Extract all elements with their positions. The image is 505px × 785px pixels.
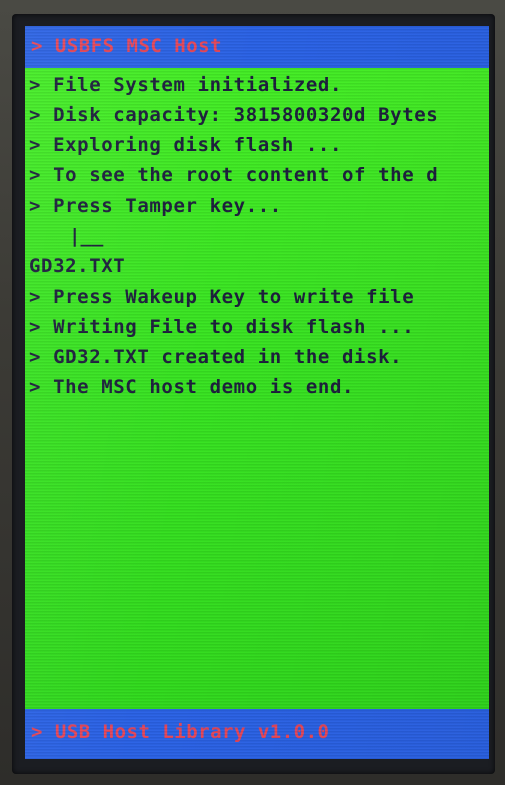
console-line: > GD32.TXT created in the disk. bbox=[29, 346, 403, 368]
console-line: > Writing File to disk flash ... bbox=[29, 316, 415, 338]
console-line: > Press Wakeup Key to write file bbox=[29, 286, 415, 308]
console-line: > File System initialized. bbox=[29, 74, 343, 96]
text-cursor: |__ bbox=[69, 225, 104, 247]
header-bar: > USBFS MSC Host bbox=[25, 26, 489, 68]
footer-bar: > USB Host Library v1.0.0 bbox=[25, 709, 489, 759]
console-line: > Exploring disk flash ... bbox=[29, 134, 343, 156]
header-title: > USBFS MSC Host bbox=[31, 35, 223, 57]
console-line: > Disk capacity: 3815800320d Bytes bbox=[29, 104, 439, 126]
photo-background: > USBFS MSC Host > File System initializ… bbox=[0, 0, 505, 785]
footer-library-version: > USB Host Library v1.0.0 bbox=[31, 721, 330, 743]
lcd-screen: > USBFS MSC Host > File System initializ… bbox=[25, 26, 489, 759]
console-line: > Press Tamper key... bbox=[29, 195, 282, 217]
console-line: > The MSC host demo is end. bbox=[29, 376, 355, 398]
file-name: GD32.TXT bbox=[29, 255, 126, 277]
console-line: > To see the root content of the d bbox=[29, 164, 439, 186]
